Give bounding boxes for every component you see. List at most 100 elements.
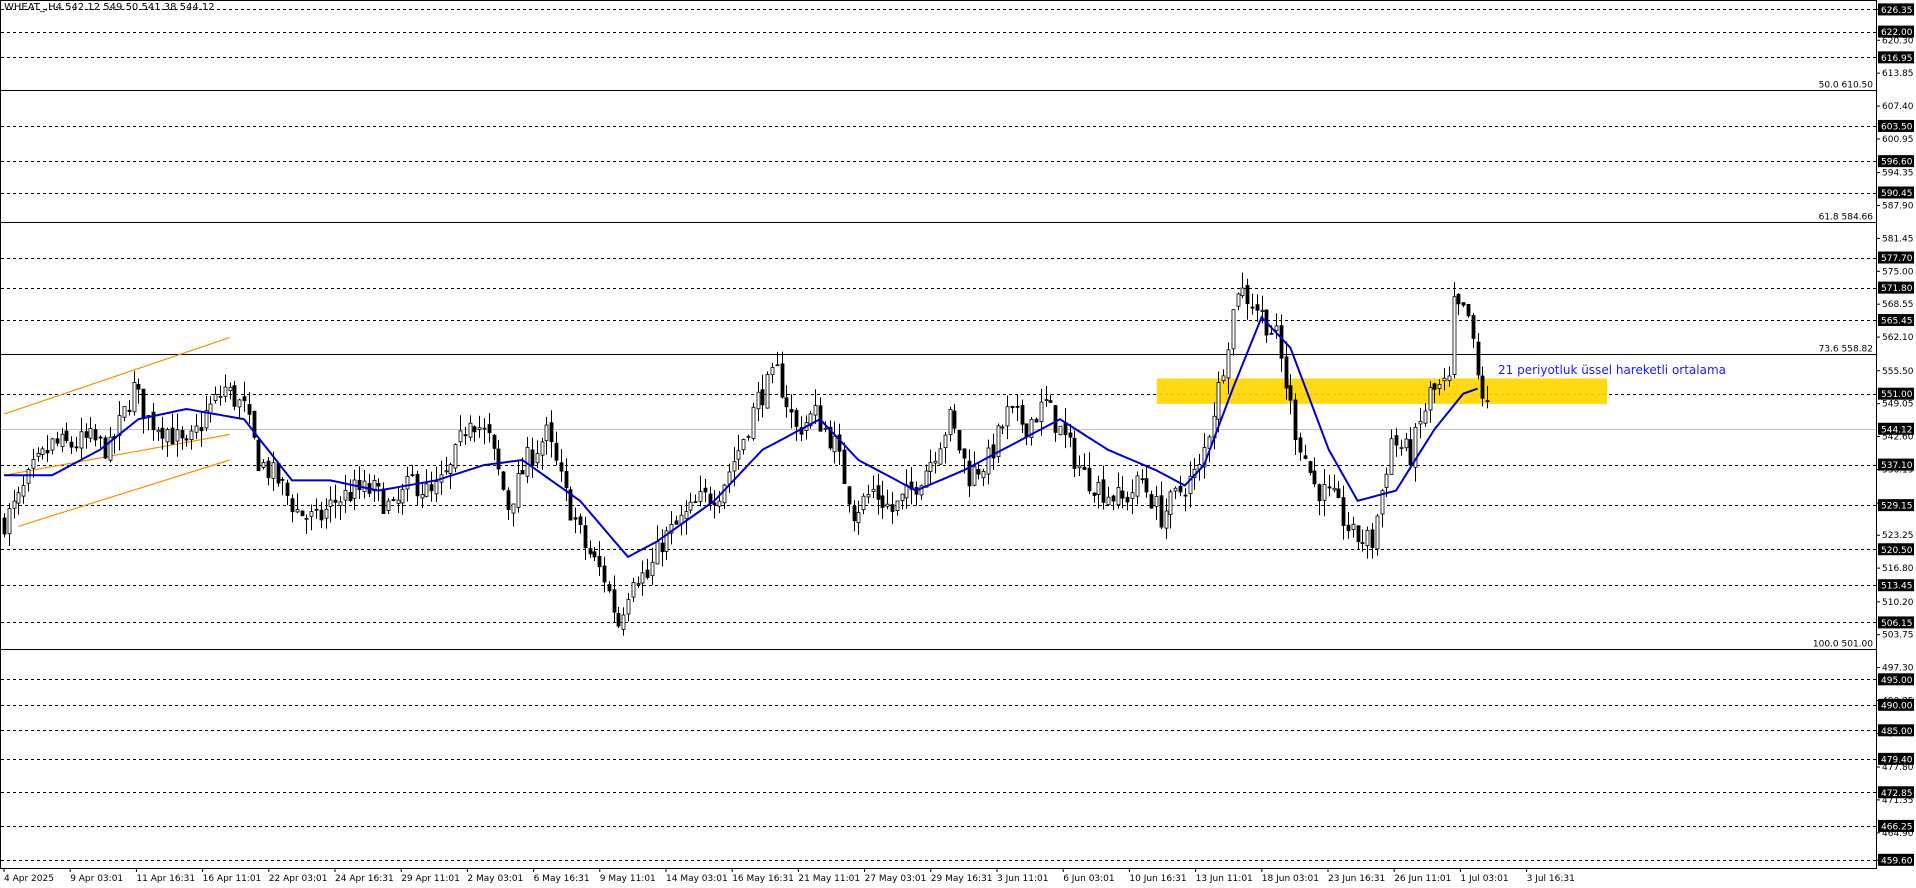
- candle-body: [1293, 399, 1298, 441]
- candle-body: [189, 430, 194, 441]
- y-tick-label: 581.45: [1882, 234, 1914, 244]
- price-tag-label: 603.50: [1881, 122, 1913, 132]
- candle-body: [31, 459, 36, 469]
- candle-body: [40, 448, 45, 456]
- candle-body: [823, 427, 828, 430]
- candle-body: [218, 395, 223, 398]
- candle-body: [588, 548, 593, 555]
- price-tag-label: 495.00: [1881, 676, 1913, 686]
- candle-body: [482, 427, 487, 430]
- candle-body: [736, 450, 741, 460]
- price-tag-label: 596.60: [1881, 158, 1913, 168]
- y-tick-label: 562.10: [1882, 333, 1914, 343]
- candle-body: [976, 469, 981, 475]
- candle-body: [314, 508, 319, 511]
- candle-body: [640, 572, 645, 584]
- price-tag-label: 485.00: [1881, 727, 1913, 737]
- candle-body: [247, 403, 252, 415]
- candle-body: [180, 430, 185, 439]
- candle-body: [434, 481, 439, 495]
- candle-body: [1077, 465, 1082, 469]
- candle-body: [1240, 287, 1245, 297]
- candle-body: [544, 424, 549, 441]
- candle-body: [1298, 437, 1303, 453]
- candle-body: [1140, 478, 1145, 481]
- candlestick-series: [2, 272, 1490, 636]
- candle-body: [1096, 481, 1101, 495]
- candle-body: [16, 492, 21, 504]
- candle-body: [1452, 296, 1457, 375]
- candle-body: [573, 517, 578, 520]
- candle-body: [564, 470, 569, 489]
- candle-body: [376, 482, 381, 487]
- candle-body: [184, 438, 189, 441]
- candle-body: [501, 471, 506, 490]
- candle-body: [1101, 479, 1106, 503]
- candle-body: [1168, 491, 1173, 515]
- candle-body: [1048, 400, 1053, 403]
- candle-body: [895, 500, 900, 512]
- candle-body: [242, 396, 247, 402]
- candle-body: [650, 561, 655, 577]
- candle-body: [2, 517, 7, 535]
- candle-body: [631, 582, 636, 598]
- candle-body: [765, 374, 770, 409]
- candle-body: [213, 394, 218, 402]
- candle-body: [50, 438, 55, 451]
- candle-body: [1015, 405, 1020, 408]
- x-tick-label: 27 May 03:01: [865, 874, 927, 884]
- candle-body: [1447, 375, 1452, 381]
- candle-body: [607, 584, 612, 592]
- candle-body: [871, 488, 876, 493]
- y-tick-label: 575.00: [1882, 267, 1914, 277]
- price-tag-label: 590.45: [1881, 189, 1913, 199]
- candle-body: [794, 409, 799, 427]
- x-tick-label: 6 Jun 03:01: [1063, 874, 1114, 884]
- current-price-label: 544.12: [1881, 425, 1913, 435]
- candle-body: [1279, 325, 1284, 359]
- candle-body: [93, 429, 98, 441]
- candle-body: [1183, 494, 1188, 497]
- candle-body: [1159, 495, 1164, 528]
- x-tick-label: 1 Jul 03:01: [1460, 874, 1508, 884]
- candle-body: [381, 488, 386, 514]
- candle-body: [1082, 466, 1087, 470]
- candle-body: [1303, 455, 1308, 459]
- candle-body: [1236, 293, 1241, 307]
- candle-body: [1389, 438, 1394, 475]
- candle-body: [386, 500, 391, 511]
- candle-body: [170, 427, 175, 445]
- candle-body: [232, 385, 237, 407]
- candle-body: [261, 462, 266, 468]
- candle-body: [1221, 375, 1226, 382]
- candle-body: [1149, 494, 1154, 509]
- candle-body: [597, 556, 602, 568]
- candle-body: [660, 542, 665, 553]
- candle-body: [362, 480, 367, 492]
- price-axis: 626.35620.30613.85607.40600.95594.35587.…: [1876, 3, 1914, 866]
- candle-body: [516, 473, 521, 508]
- candle-body: [352, 479, 357, 499]
- candle-body: [1116, 486, 1121, 506]
- candle-body: [1485, 400, 1490, 403]
- candle-body: [175, 429, 180, 442]
- fib-label: 100.0 501.00: [1813, 640, 1873, 650]
- candle-body: [1375, 515, 1380, 550]
- candle-body: [1404, 438, 1409, 449]
- candle-body: [1418, 420, 1423, 425]
- candle-body: [703, 487, 708, 493]
- candle-body: [732, 461, 737, 472]
- candle-body: [1274, 325, 1279, 332]
- candle-body: [444, 470, 449, 473]
- candle-body: [1269, 332, 1274, 335]
- candle-body: [324, 508, 329, 519]
- candle-body: [1399, 446, 1404, 449]
- x-tick-label: 23 Jun 16:31: [1328, 874, 1385, 884]
- candle-body: [420, 494, 425, 499]
- candle-body: [400, 488, 405, 504]
- y-tick-label: 613.85: [1882, 69, 1914, 79]
- x-tick-label: 3 Jul 16:31: [1527, 874, 1575, 884]
- candle-body: [1322, 484, 1327, 501]
- candle-body: [842, 449, 847, 484]
- candle-body: [492, 434, 497, 449]
